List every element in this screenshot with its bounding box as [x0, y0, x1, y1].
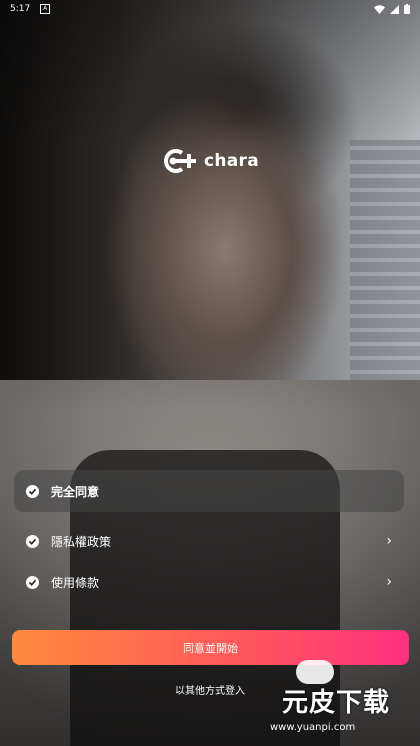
brand-logo: chara	[160, 148, 259, 174]
privacy-policy-row[interactable]: 隱私權政策 ›	[14, 520, 404, 562]
agree-and-start-button[interactable]: 同意並開始	[12, 630, 409, 665]
wifi-icon	[374, 4, 385, 14]
chevron-right-icon[interactable]: ›	[386, 533, 392, 549]
app-notification-icon: A	[40, 4, 51, 14]
terms-of-use-row[interactable]: 使用條款 ›	[14, 561, 404, 603]
agree-all-row[interactable]: 完全同意	[14, 470, 404, 512]
checkmark-icon	[26, 534, 39, 548]
chara-logo-icon	[164, 149, 196, 173]
privacy-policy-label: 隱私權政策	[51, 534, 112, 549]
checkmark-icon	[26, 484, 39, 498]
watermark-text: 元皮下载	[282, 688, 391, 718]
brand-name: chara	[204, 151, 260, 171]
checkmark-icon	[26, 575, 39, 589]
chevron-right-icon[interactable]: ›	[386, 574, 392, 590]
terms-of-use-label: 使用條款	[51, 575, 100, 590]
agree-all-label: 完全同意	[51, 484, 100, 499]
watermark: 元皮下载 www.yuanpi.com	[262, 678, 420, 746]
battery-icon	[404, 4, 410, 14]
signal-icon	[390, 4, 399, 14]
status-time: 5:17	[10, 4, 31, 14]
watermark-url: www.yuanpi.com	[270, 722, 356, 733]
status-icons	[374, 4, 410, 14]
status-bar: 5:17 A	[0, 0, 420, 18]
